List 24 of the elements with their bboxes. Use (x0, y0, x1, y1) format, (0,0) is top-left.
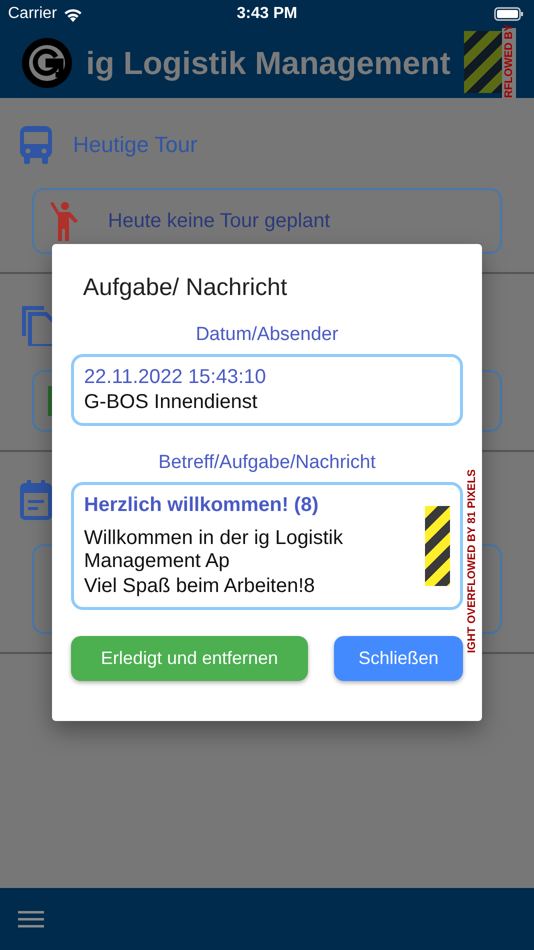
wifi-icon (62, 6, 83, 22)
carrier-label: Carrier (8, 5, 57, 23)
overflow-warning-label: IGHT OVERFLOWED BY 81 PIXELS (465, 468, 479, 655)
message-text: Viel Spaß beim Arbeiten!8 (84, 575, 316, 598)
bus-icon (20, 126, 52, 164)
menu-icon[interactable] (18, 910, 44, 928)
done-remove-button[interactable]: Erledigt und entfernen (71, 636, 308, 681)
clock-time: 3:43 PM (236, 5, 298, 23)
tour-status-text: Heute keine Tour geplant (108, 210, 330, 232)
message-subject: Herzlich willkommen! (8) (84, 494, 320, 517)
message-text: Willkommen in der ig Logistik Management Ap (84, 527, 344, 573)
dialog-title: Aufgabe/ Nachricht (83, 274, 288, 302)
message-label: Betreff/Aufgabe/Nachricht (158, 452, 376, 474)
message-sender: G-BOS Innendienst (84, 391, 258, 414)
date-sender-label: Datum/Absender (196, 324, 338, 346)
app-title: ig Logistik Management (86, 44, 450, 82)
message-date: 22.11.2022 15:43:10 (84, 366, 268, 389)
close-button[interactable]: Schließen (334, 636, 463, 681)
battery-icon (494, 7, 524, 21)
logo-icon (22, 38, 72, 88)
overflow-warning-stripes (464, 31, 502, 93)
person-waving-icon (48, 201, 80, 241)
section-title: Heutige Tour (73, 132, 198, 158)
calendar-icon (20, 480, 52, 520)
